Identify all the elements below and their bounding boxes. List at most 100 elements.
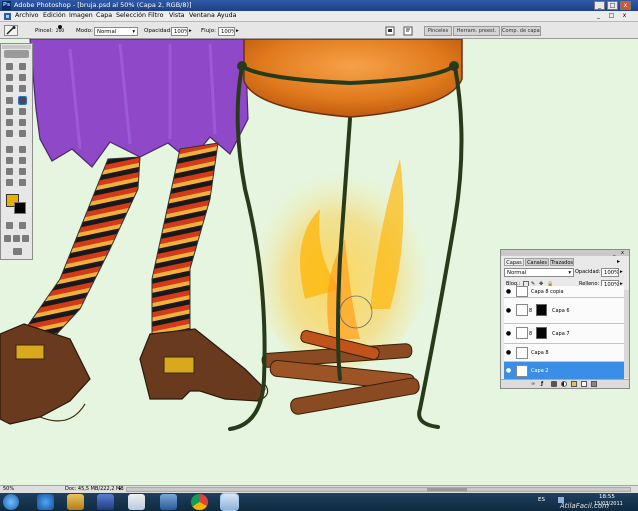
shape-tool-icon[interactable] [19,157,26,164]
marquee-tool-icon[interactable] [6,63,13,70]
toolbox-drag-handle[interactable] [2,45,31,49]
photoshop-feather-icon[interactable] [4,50,29,58]
screen-mode-full-icon[interactable] [22,235,29,242]
menu-ventana[interactable]: Ventana [189,12,215,19]
slice-tool-icon[interactable] [19,85,26,92]
menu-ayuda[interactable]: Ayuda [217,12,236,19]
history-brush-tool-icon[interactable] [19,108,26,115]
paint-icon[interactable] [128,494,145,510]
tab-capas[interactable]: Capas [504,258,524,266]
file-browser-icon[interactable] [385,26,395,36]
menu-filtro[interactable]: Filtro [148,12,163,19]
zoom-tool-icon[interactable] [19,179,26,186]
blend-mode-select[interactable]: Normal ▾ [504,268,574,277]
blur-tool-icon[interactable] [6,130,13,137]
jump-to-imageready-icon[interactable] [13,248,22,255]
quick-mask-mode-icon[interactable] [19,222,26,229]
tab-comp-de-capas[interactable]: Comp. de capas [501,26,541,36]
opacity-input[interactable]: 100% [171,27,188,36]
standard-mode-icon[interactable] [6,222,13,229]
magic-wand-tool-icon[interactable] [19,74,26,81]
link-layers-icon[interactable]: ∞ [531,381,537,387]
doc-close-button[interactable]: x [620,12,629,20]
eye-icon[interactable]: ● [505,349,512,356]
healing-brush-tool-icon[interactable] [6,97,13,104]
move-tool-icon[interactable] [19,63,26,70]
menu-imagen[interactable]: Imagen [69,12,93,19]
eye-icon[interactable]: ● [505,307,512,314]
layer-row[interactable]: ● Capa 8 copia [504,286,624,298]
crop-tool-icon[interactable] [6,85,13,92]
menu-seleccion[interactable]: Selección [116,12,146,19]
menu-edicion[interactable]: Edición [43,12,66,19]
panel-minimize-icon[interactable]: _ [613,250,619,256]
layer-opacity-input[interactable]: 100% [601,268,619,277]
menu-vista[interactable]: Vista [169,12,185,19]
opacity-arrow-icon[interactable]: ▸ [189,28,192,34]
screen-mode-standard-icon[interactable] [4,235,11,242]
close-button[interactable]: x [620,1,631,10]
text-tool-icon[interactable] [19,146,26,153]
add-mask-icon[interactable] [551,381,557,387]
adjustment-layer-icon[interactable] [561,381,567,387]
chrome-icon[interactable] [191,494,208,510]
network-icon[interactable] [160,494,177,510]
zoom-level[interactable]: 50% [3,486,14,493]
tab-canales[interactable]: Canales [525,258,549,266]
internet-explorer-icon[interactable] [37,494,54,510]
dodge-tool-icon[interactable] [19,130,26,137]
horizontal-scrollbar-thumb[interactable] [427,488,467,491]
panel-menu-icon[interactable]: ▸ [617,258,625,266]
media-player-icon[interactable] [97,494,114,510]
layers-panel-titlebar[interactable] [501,250,629,256]
delete-layer-icon[interactable] [591,381,597,387]
new-group-icon[interactable] [571,381,577,387]
horizontal-scrollbar[interactable] [126,487,631,492]
background-color-swatch[interactable] [14,202,26,214]
hand-tool-icon[interactable] [6,179,13,186]
clock-time[interactable]: 18:55 [599,494,615,500]
gradient-tool-icon[interactable] [19,119,26,126]
language-indicator[interactable]: ES [538,497,545,503]
brush-picker[interactable]: 200 [54,25,66,37]
flow-arrow-icon[interactable]: ▸ [236,28,239,34]
new-layer-icon[interactable] [581,381,587,387]
minimize-button[interactable]: _ [594,1,605,10]
layer-style-icon[interactable]: ƒ [541,381,547,387]
windows-explorer-icon[interactable] [67,494,84,510]
eyedropper-tool-icon[interactable] [19,168,26,175]
stamp-tool-icon[interactable] [6,108,13,115]
eye-icon[interactable]: ● [505,330,512,337]
notes-tool-icon[interactable] [6,168,13,175]
eye-icon[interactable]: ● [505,288,512,295]
tab-pinceles[interactable]: Pinceles [424,26,452,36]
restore-button[interactable]: □ [607,1,618,10]
brush-tool-icon[interactable] [18,96,27,105]
lasso-tool-icon[interactable] [6,74,13,81]
panel-close-icon[interactable]: x [621,250,627,256]
palette-toggle-icon[interactable] [403,26,414,36]
photoshop-taskbar-icon[interactable] [220,493,239,511]
eraser-tool-icon[interactable] [6,119,13,126]
layer-row-selected[interactable]: ● Capa 2 [504,362,624,380]
menu-archivo[interactable]: Archivo [15,12,39,19]
layer-list-scrollbar[interactable] [624,290,629,378]
eye-icon[interactable]: ● [505,367,512,374]
flow-input[interactable]: 100% [218,27,235,36]
doc-restore-button[interactable]: □ [607,12,616,20]
layer-opacity-arrow-icon[interactable]: ▸ [620,269,623,275]
doc-minimize-button[interactable]: _ [594,12,603,20]
status-menu-arrow-icon[interactable]: ▸ [119,486,122,493]
tab-herram-preest[interactable]: Herram. preest. [453,26,500,36]
menu-capa[interactable]: Capa [96,12,112,19]
layer-row[interactable]: ● Capa 8 [504,344,624,362]
path-selection-tool-icon[interactable] [6,146,13,153]
tab-trazados[interactable]: Trazados [550,258,574,266]
pen-tool-icon[interactable] [6,157,13,164]
screen-mode-full-menu-icon[interactable] [13,235,20,242]
brush-tool-preset-icon[interactable] [4,25,18,36]
layer-row[interactable]: ● 8 Capa 7 [504,324,624,344]
start-orb-icon[interactable] [3,494,19,510]
layer-row[interactable]: ● 8 Capa 6 [504,298,624,324]
mode-select[interactable]: Normal ▾ [94,27,138,36]
